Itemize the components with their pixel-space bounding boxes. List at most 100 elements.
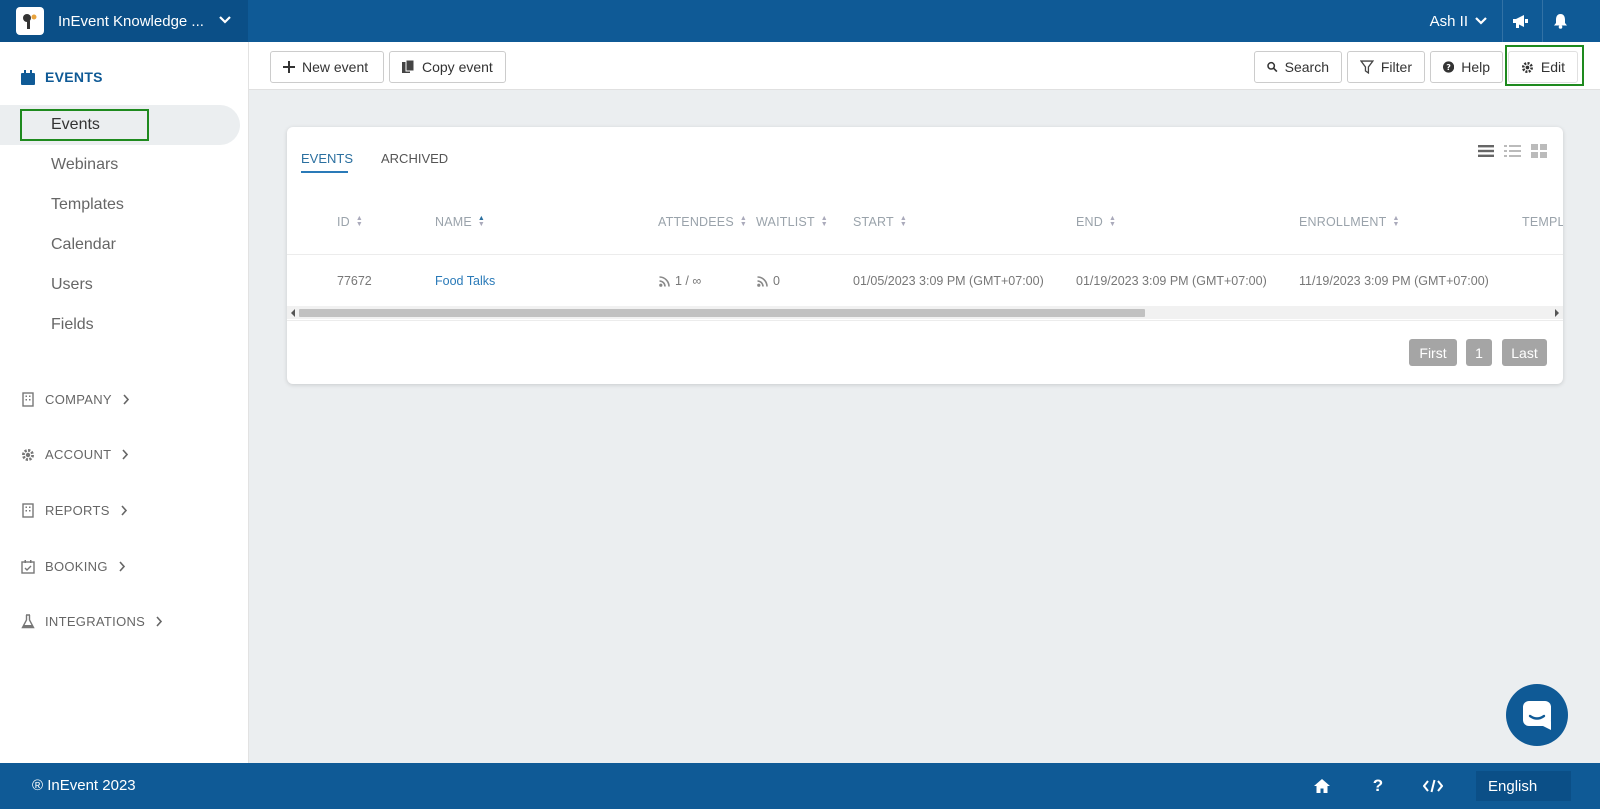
- sidebar-section-label: EVENTS: [45, 69, 103, 85]
- toolbar: New event Copy event Search Filter ? Hel…: [249, 42, 1600, 90]
- sort-icon: ▲ ▼: [355, 215, 364, 228]
- developer-button[interactable]: [1421, 774, 1445, 798]
- building-icon: [22, 503, 34, 518]
- page-number-button[interactable]: 1: [1466, 339, 1492, 366]
- chevron-down-icon: [1475, 17, 1487, 25]
- sidebar: EVENTS Events Webinars Templates Calenda…: [0, 42, 249, 763]
- cell-end: 01/19/2023 3:09 PM (GMT+07:00): [1076, 274, 1267, 288]
- sort-icon: ▲ ▼: [1109, 215, 1117, 228]
- column-label: START: [853, 215, 894, 229]
- chevron-right-icon: [123, 394, 129, 405]
- highlight-box: [20, 109, 149, 141]
- column-header-start[interactable]: START ▲ ▼: [853, 215, 907, 229]
- filter-button[interactable]: Filter: [1347, 51, 1425, 83]
- user-name: Ash II: [1429, 12, 1468, 30]
- sidebar-section-reports[interactable]: REPORTS: [21, 503, 128, 518]
- last-page-button[interactable]: Last: [1502, 339, 1547, 366]
- sidebar-section-company[interactable]: COMPANY: [21, 392, 130, 407]
- search-button[interactable]: Search: [1254, 51, 1342, 83]
- megaphone-icon: [1512, 15, 1528, 28]
- filter-icon: [1360, 60, 1374, 74]
- column-header-attendees[interactable]: ATTENDEES ▲ ▼: [658, 215, 747, 229]
- help-center-button[interactable]: ?: [1366, 774, 1390, 798]
- svg-text:?: ?: [1446, 63, 1451, 72]
- sidebar-section-integrations[interactable]: INTEGRATIONS: [21, 614, 163, 629]
- sidebar-item-users[interactable]: Users: [0, 265, 240, 305]
- new-event-label: New event: [302, 59, 369, 75]
- search-label: Search: [1284, 59, 1329, 75]
- scroll-left-arrow-icon[interactable]: [290, 309, 296, 317]
- notifications-button[interactable]: [1542, 0, 1578, 42]
- sidebar-item-label: Calendar: [51, 236, 116, 253]
- first-page-button[interactable]: First: [1409, 339, 1457, 366]
- column-label: NAME: [435, 215, 472, 229]
- company-logo: [16, 7, 44, 35]
- sidebar-item-fields[interactable]: Fields: [0, 305, 240, 345]
- sidebar-item-label: Webinars: [51, 156, 119, 173]
- flask-icon: [21, 614, 35, 629]
- sidebar-section-account[interactable]: ACCOUNT: [21, 447, 129, 462]
- event-name-link[interactable]: Food Talks: [435, 274, 495, 288]
- scroll-right-arrow-icon[interactable]: [1554, 309, 1560, 317]
- announcements-button[interactable]: [1502, 0, 1538, 42]
- new-event-button[interactable]: New event: [270, 51, 384, 83]
- copy-icon: [402, 60, 415, 73]
- scrollbar-thumb[interactable]: [299, 309, 1145, 317]
- active-tab-indicator: [301, 171, 348, 173]
- copy-event-label: Copy event: [422, 59, 493, 75]
- sidebar-item-templates[interactable]: Templates: [0, 185, 240, 225]
- help-label: Help: [1461, 59, 1490, 75]
- cell-id: 77672: [337, 274, 372, 288]
- copyright-text: ® InEvent 2023: [32, 777, 136, 794]
- waitlist-value: 0: [773, 274, 780, 288]
- sidebar-section-label: COMPANY: [45, 392, 112, 407]
- company-switcher[interactable]: InEvent Knowledge ...: [0, 0, 248, 42]
- chevron-right-icon: [122, 449, 129, 460]
- view-switcher: [1478, 144, 1547, 158]
- grid-view-icon[interactable]: [1531, 144, 1547, 158]
- sidebar-item-calendar[interactable]: Calendar: [0, 225, 240, 265]
- column-header-name[interactable]: NAME ▲ ▼: [435, 215, 485, 229]
- language-selector[interactable]: English: [1476, 771, 1571, 801]
- home-button[interactable]: [1310, 774, 1334, 798]
- chevron-down-icon: [218, 12, 232, 30]
- sort-icon: ▲ ▼: [899, 215, 907, 228]
- calendar-check-icon: [21, 560, 35, 574]
- cell-attendees: 1 / ∞: [659, 274, 701, 288]
- column-header-id[interactable]: ID ▲ ▼: [337, 215, 363, 229]
- chat-launcher-button[interactable]: [1506, 684, 1568, 746]
- sidebar-section-events[interactable]: EVENTS: [21, 69, 103, 85]
- column-header-enrollment[interactable]: ENROLLMENT ▲ ▼: [1299, 215, 1400, 229]
- sort-icon: ▲ ▼: [739, 215, 748, 228]
- sidebar-item-webinars[interactable]: Webinars: [0, 145, 240, 185]
- tab-archived[interactable]: ARCHIVED: [381, 151, 448, 166]
- column-label: ENROLLMENT: [1299, 215, 1387, 229]
- column-header-waitlist[interactable]: WAITLIST ▲ ▼: [756, 215, 828, 229]
- table-divider: [287, 254, 1563, 255]
- question-icon: ?: [1372, 776, 1384, 795]
- pagination-divider: [287, 320, 1563, 321]
- rss-icon: [757, 275, 768, 287]
- help-button[interactable]: ? Help: [1430, 51, 1503, 83]
- list-view-icon[interactable]: [1478, 144, 1494, 158]
- detail-list-view-icon[interactable]: [1504, 144, 1521, 158]
- chat-icon: [1523, 701, 1551, 730]
- column-header-end[interactable]: END ▲ ▼: [1076, 215, 1116, 229]
- question-circle-icon: ?: [1443, 61, 1455, 73]
- column-label: ID: [337, 215, 350, 229]
- sort-asc-icon: ▲ ▼: [477, 215, 486, 228]
- sidebar-item-label: Fields: [51, 316, 94, 333]
- tab-events[interactable]: EVENTS: [301, 151, 353, 166]
- plus-icon: [283, 61, 295, 73]
- building-icon: [22, 392, 34, 407]
- column-label: TEMPL: [1522, 215, 1563, 229]
- sort-icon: ▲ ▼: [820, 215, 828, 228]
- sidebar-section-label: REPORTS: [45, 503, 110, 518]
- sidebar-section-booking[interactable]: BOOKING: [21, 559, 126, 574]
- chevron-right-icon: [119, 561, 125, 572]
- copy-event-button[interactable]: Copy event: [389, 51, 506, 83]
- column-header-template[interactable]: TEMPL: [1522, 215, 1563, 229]
- gear-icon: [22, 448, 34, 461]
- user-menu[interactable]: Ash II: [1430, 0, 1488, 42]
- horizontal-scrollbar[interactable]: [287, 306, 1563, 319]
